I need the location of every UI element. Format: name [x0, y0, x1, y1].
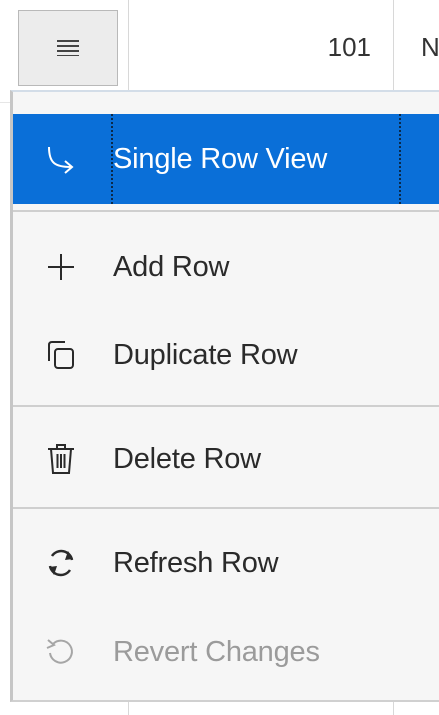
table-row: 101 N	[0, 0, 439, 103]
duplicate-icon	[43, 337, 79, 373]
trash-icon	[43, 441, 79, 477]
menu-separator	[13, 405, 439, 407]
hamburger-icon	[57, 40, 79, 56]
plus-icon	[43, 249, 79, 285]
menu-separator	[13, 210, 439, 212]
menu-item-delete-row[interactable]: Delete Row	[13, 414, 439, 504]
menu-item-revert-changes: Revert Changes	[13, 607, 439, 697]
menu-item-single-row-view[interactable]: Single Row View	[13, 114, 439, 204]
refresh-icon	[43, 545, 79, 581]
arrow-turn-icon	[43, 141, 79, 177]
row-cell-value: N	[421, 32, 439, 62]
menu-item-label: Delete Row	[113, 442, 261, 475]
row-context-menu: Single Row View Add Row Duplicate Row De…	[10, 90, 439, 702]
undo-icon	[43, 634, 79, 670]
menu-item-label: Refresh Row	[113, 546, 279, 579]
row-number: 101	[327, 32, 371, 62]
menu-item-refresh-row[interactable]: Refresh Row	[13, 518, 439, 608]
menu-item-label: Revert Changes	[113, 635, 320, 668]
menu-item-label: Duplicate Row	[113, 338, 298, 371]
menu-separator	[13, 507, 439, 509]
menu-item-add-row[interactable]: Add Row	[13, 222, 439, 312]
menu-item-duplicate-row[interactable]: Duplicate Row	[13, 310, 439, 400]
focus-outline	[111, 114, 401, 204]
row-menu-button[interactable]	[18, 10, 118, 86]
menu-item-label: Add Row	[113, 250, 230, 283]
